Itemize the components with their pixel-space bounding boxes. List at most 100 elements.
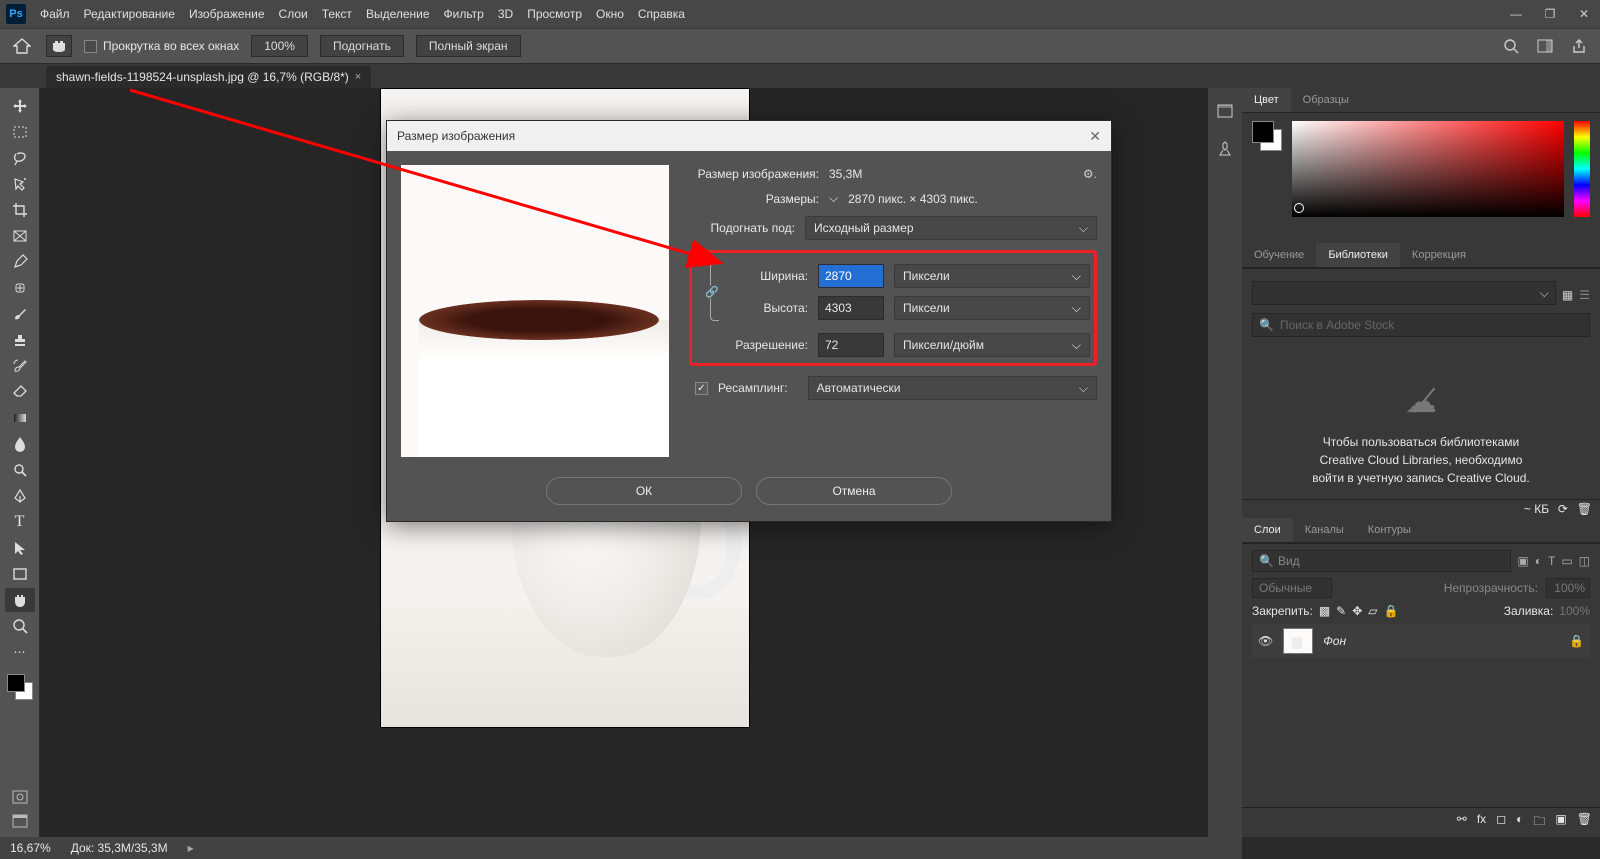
history-panel-icon[interactable]: [1216, 102, 1234, 120]
resample-select[interactable]: Автоматически⌵: [808, 376, 1097, 400]
ok-button[interactable]: ОК: [546, 477, 742, 505]
tab-adjustments[interactable]: Коррекция: [1400, 243, 1478, 267]
hand-tool-icon[interactable]: [5, 588, 35, 612]
menu-image[interactable]: Изображение: [189, 7, 265, 21]
library-select[interactable]: ⌵: [1252, 281, 1556, 305]
lock-pixels-icon[interactable]: ▩: [1319, 604, 1330, 618]
window-minimize-icon[interactable]: —: [1506, 6, 1526, 22]
lock-artboard-icon[interactable]: ▱: [1368, 604, 1377, 618]
library-search[interactable]: 🔍 Поиск в Adobe Stock: [1252, 313, 1590, 337]
link-layers-icon[interactable]: ⚯: [1457, 812, 1467, 833]
frame-tool-icon[interactable]: [5, 224, 35, 248]
tab-channels[interactable]: Каналы: [1293, 518, 1356, 542]
dimensions-dropdown-icon[interactable]: ⌵: [829, 191, 838, 206]
list-view-icon[interactable]: ☰: [1579, 288, 1590, 302]
delete-layer-icon[interactable]: 🗑: [1577, 812, 1592, 833]
height-unit-select[interactable]: Пиксели⌵: [894, 296, 1090, 320]
menu-filter[interactable]: Фильтр: [444, 7, 484, 21]
hue-slider[interactable]: [1574, 121, 1590, 217]
lock-all-icon[interactable]: 🔒: [1384, 604, 1399, 618]
height-input[interactable]: 4303: [818, 296, 884, 320]
sync-icon[interactable]: ⟳: [1558, 502, 1568, 516]
dialog-close-icon[interactable]: ✕: [1089, 128, 1101, 145]
filter-shape-icon[interactable]: ▭: [1561, 554, 1572, 568]
new-layer-icon[interactable]: ▣: [1555, 812, 1566, 833]
window-maximize-icon[interactable]: ❐: [1540, 6, 1560, 22]
blur-tool-icon[interactable]: [5, 432, 35, 456]
layer-row-background[interactable]: 👁 Фон 🔒: [1252, 624, 1590, 658]
tab-paths[interactable]: Контуры: [1356, 518, 1423, 542]
color-swatches[interactable]: [5, 672, 35, 702]
menu-layers[interactable]: Слои: [279, 7, 308, 21]
share-icon[interactable]: [1568, 35, 1590, 57]
tab-color[interactable]: Цвет: [1242, 88, 1291, 112]
crop-tool-icon[interactable]: [5, 198, 35, 222]
path-select-tool-icon[interactable]: [5, 536, 35, 560]
menu-edit[interactable]: Редактирование: [84, 7, 175, 21]
filter-image-icon[interactable]: ▣: [1517, 554, 1528, 568]
status-zoom[interactable]: 16,67%: [10, 841, 51, 855]
fit-button[interactable]: Подогнать: [320, 35, 404, 57]
eyedropper-tool-icon[interactable]: [5, 250, 35, 274]
resolution-unit-select[interactable]: Пиксели/дюйм⌵: [894, 333, 1090, 357]
menu-select[interactable]: Выделение: [366, 7, 430, 21]
menu-window[interactable]: Окно: [596, 7, 624, 21]
zoom-100-button[interactable]: 100%: [251, 35, 308, 57]
eraser-tool-icon[interactable]: [5, 380, 35, 404]
status-doc-size[interactable]: Док: 35,3M/35,3M: [71, 841, 168, 855]
resample-checkbox[interactable]: ✓: [695, 382, 708, 395]
zoom-tool-icon[interactable]: [5, 614, 35, 638]
tab-layers[interactable]: Слои: [1242, 518, 1293, 542]
menu-help[interactable]: Справка: [638, 7, 685, 21]
search-icon[interactable]: [1500, 35, 1522, 57]
window-close-icon[interactable]: ✕: [1574, 6, 1594, 22]
layer-filter-input[interactable]: 🔍Вид: [1252, 550, 1511, 572]
fg-bg-swatch[interactable]: [1252, 121, 1282, 151]
home-icon[interactable]: [10, 34, 34, 58]
shape-tool-icon[interactable]: [5, 562, 35, 586]
opacity-input[interactable]: 100%: [1546, 578, 1590, 598]
brush-tool-icon[interactable]: [5, 302, 35, 326]
menu-file[interactable]: Файл: [40, 7, 70, 21]
tab-libraries[interactable]: Библиотеки: [1316, 243, 1400, 267]
group-icon[interactable]: 🗀: [1533, 812, 1545, 833]
properties-panel-icon[interactable]: [1216, 140, 1234, 158]
history-brush-tool-icon[interactable]: [5, 354, 35, 378]
filter-type-icon[interactable]: T: [1548, 554, 1555, 568]
visibility-icon[interactable]: 👁: [1258, 634, 1273, 648]
menu-view[interactable]: Просмотр: [527, 7, 582, 21]
blend-mode-select[interactable]: Обычные: [1252, 578, 1332, 598]
adjustment-icon[interactable]: ◐: [1516, 812, 1523, 833]
menu-3d[interactable]: 3D: [498, 7, 513, 21]
filter-smart-icon[interactable]: ◫: [1579, 554, 1590, 568]
screenmode-icon[interactable]: [5, 811, 35, 831]
quick-select-tool-icon[interactable]: [5, 172, 35, 196]
fullscreen-button[interactable]: Полный экран: [416, 35, 521, 57]
pen-tool-icon[interactable]: [5, 484, 35, 508]
current-tool-thumb[interactable]: [46, 35, 72, 57]
edit-toolbar-icon[interactable]: ⋯: [5, 640, 35, 664]
gear-icon[interactable]: ⚙.: [1083, 167, 1097, 181]
dodge-tool-icon[interactable]: [5, 458, 35, 482]
resolution-input[interactable]: 72: [818, 333, 884, 357]
width-input[interactable]: 2870: [818, 264, 884, 288]
close-tab-icon[interactable]: ×: [355, 71, 361, 83]
marquee-tool-icon[interactable]: [5, 120, 35, 144]
tab-learn[interactable]: Обучение: [1242, 243, 1316, 267]
stamp-tool-icon[interactable]: [5, 328, 35, 352]
tab-swatches[interactable]: Образцы: [1291, 88, 1361, 112]
gradient-tool-icon[interactable]: [5, 406, 35, 430]
width-unit-select[interactable]: Пиксели⌵: [894, 264, 1090, 288]
dialog-titlebar[interactable]: Размер изображения ✕: [387, 121, 1111, 151]
move-tool-icon[interactable]: [5, 94, 35, 118]
link-wh-icon[interactable]: 🔗: [702, 259, 722, 325]
fill-input[interactable]: 100%: [1559, 604, 1590, 618]
healing-tool-icon[interactable]: [5, 276, 35, 300]
quickmask-icon[interactable]: [5, 787, 35, 807]
menu-type[interactable]: Текст: [322, 7, 352, 21]
document-tab[interactable]: shawn-fields-1198524-unsplash.jpg @ 16,7…: [46, 66, 371, 88]
mask-icon[interactable]: ◻: [1496, 812, 1506, 833]
workspace-icon[interactable]: [1534, 35, 1556, 57]
color-field[interactable]: [1292, 121, 1564, 217]
fx-icon[interactable]: fx: [1477, 812, 1486, 833]
